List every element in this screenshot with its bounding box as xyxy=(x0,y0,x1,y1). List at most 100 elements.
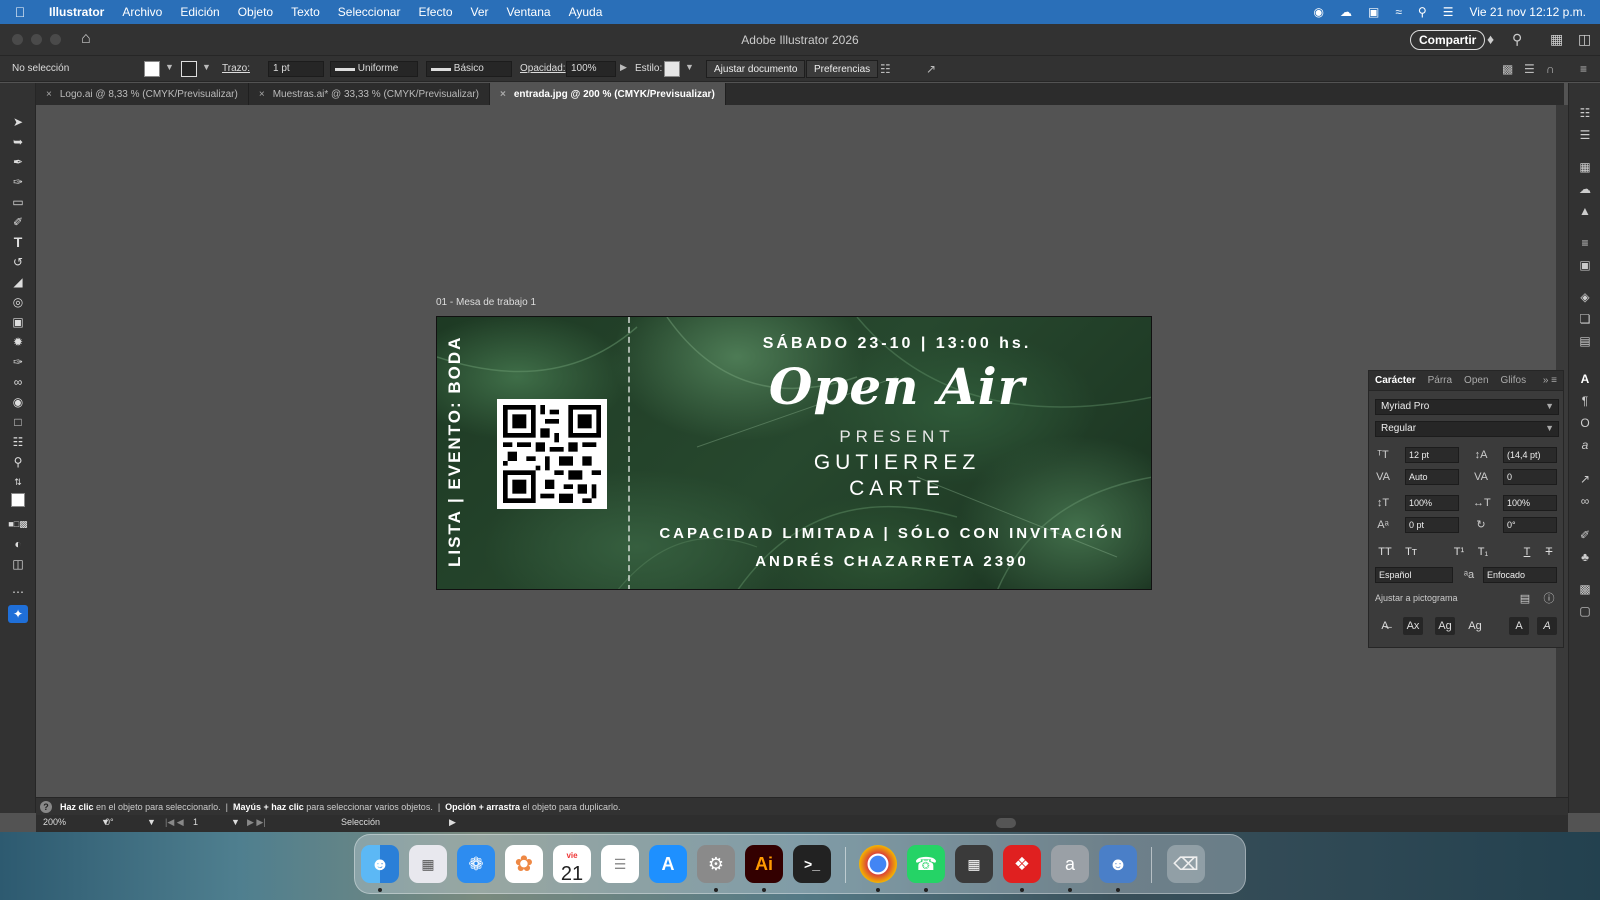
opentype-panel-icon[interactable]: O xyxy=(1577,415,1593,431)
launchpad-icon[interactable]: ▦ xyxy=(409,845,447,883)
swap-fill-stroke-icon[interactable]: ⇅ xyxy=(8,473,28,491)
tab-caracter[interactable]: Carácter xyxy=(1369,375,1422,386)
menu-ver[interactable]: Ver xyxy=(462,5,498,19)
chevron-down-icon[interactable]: ▼ xyxy=(228,816,243,830)
panel-menu-icon[interactable]: » ≡ xyxy=(1543,375,1563,386)
menu-archivo[interactable]: Archivo xyxy=(113,5,171,19)
help-icon[interactable]: ? xyxy=(40,800,52,813)
illustrator-icon[interactable]: Ai xyxy=(745,845,783,883)
home-icon[interactable]: ⌂ xyxy=(81,30,101,50)
mesh-tool-icon[interactable]: ✹ xyxy=(8,333,28,351)
snap-angular-button[interactable]: A xyxy=(1509,617,1529,635)
fill-swatch[interactable] xyxy=(144,61,160,77)
tab-muestras[interactable]: × Muestras.ai* @ 33,33 % (CMYK/Previsuali… xyxy=(249,83,491,105)
shape-builder-tool-icon[interactable]: ◎ xyxy=(8,293,28,311)
chevron-down-icon[interactable]: ▼ xyxy=(685,62,694,72)
menu-ventana[interactable]: Ventana xyxy=(498,5,560,19)
chevron-down-icon[interactable]: ▼ xyxy=(165,62,174,72)
symbols-icon[interactable]: ♣ xyxy=(1577,549,1593,565)
color-mode-icon[interactable]: ■□▩ xyxy=(8,515,28,533)
align-icon[interactable]: ☷ xyxy=(880,62,891,76)
symbol-sprayer-tool-icon[interactable]: ◉ xyxy=(8,393,28,411)
info-icon[interactable]: ⓘ xyxy=(1541,591,1557,607)
menubar-clock[interactable]: Vie 21 nov 12:12 p.m. xyxy=(1469,5,1586,19)
horizontal-scrollbar-thumb[interactable] xyxy=(996,818,1016,828)
paintbrush-tool-icon[interactable]: ✐ xyxy=(8,213,28,231)
menu-app-name[interactable]: Illustrator xyxy=(40,5,113,19)
stroke-weight-field[interactable]: 1 pt xyxy=(268,61,324,77)
first-artboard-icon[interactable]: |◀ ◀ xyxy=(162,816,187,830)
screen-mode-icon[interactable]: ◫ xyxy=(8,555,28,573)
snap-xheight-button[interactable]: Ax xyxy=(1403,617,1423,635)
direct-selection-tool-icon[interactable]: ➥ xyxy=(8,133,28,151)
artboard[interactable]: LISTA | EVENTO: BODA SÁBADO 23-10 | 13:0… xyxy=(436,316,1152,590)
pen-tool-icon[interactable]: ✒ xyxy=(8,153,28,171)
text-editor-icon[interactable]: a xyxy=(1051,845,1089,883)
artboards-icon[interactable]: ❏ xyxy=(1577,311,1593,327)
eraser-tool-icon[interactable]: ◢ xyxy=(8,273,28,291)
font-style-select[interactable]: Regular ▼ xyxy=(1375,421,1559,437)
minimize-window-button[interactable] xyxy=(31,34,42,45)
menu-texto[interactable]: Texto xyxy=(282,5,329,19)
wifi-icon[interactable]: ≈ xyxy=(1395,5,1402,19)
close-tab-icon[interactable]: × xyxy=(46,89,52,100)
menu-efecto[interactable]: Efecto xyxy=(409,5,461,19)
menu-edicion[interactable]: Edición xyxy=(171,5,228,19)
link-icon[interactable]: ∞ xyxy=(1577,493,1593,509)
libraries-icon[interactable]: ▦ xyxy=(1577,159,1593,175)
tracking-field[interactable]: 0 xyxy=(1503,469,1557,485)
rotate-tool-icon[interactable]: ↺ xyxy=(8,253,28,271)
kerning-field[interactable]: Auto xyxy=(1405,469,1459,485)
glyphs-panel-icon[interactable]: a xyxy=(1577,437,1593,453)
brush-select[interactable]: ▬▬ Básico xyxy=(426,61,512,77)
artboard-tool-icon[interactable]: □ xyxy=(8,413,28,431)
rectangle-tool-icon[interactable]: ▭ xyxy=(8,193,28,211)
notifications-icon[interactable]: ♦ xyxy=(1487,31,1494,47)
icloud-icon[interactable]: ☁ xyxy=(1340,5,1352,19)
tab-parrafo[interactable]: Párra xyxy=(1422,375,1458,386)
curvature-tool-icon[interactable]: ✑ xyxy=(8,173,28,191)
cloud-icon[interactable]: ☁ xyxy=(1577,181,1593,197)
close-tab-icon[interactable]: × xyxy=(259,89,265,100)
type-tool-icon[interactable]: T xyxy=(8,233,28,251)
export-icon[interactable]: ↗ xyxy=(926,62,936,76)
panel-layout-icon[interactable]: ◫ xyxy=(1578,31,1591,48)
tab-glifos[interactable]: Glifos xyxy=(1495,375,1533,386)
stroke-profile-select[interactable]: ▬▬ Uniforme xyxy=(330,61,418,77)
gradient-tool-icon[interactable]: ▣ xyxy=(8,313,28,331)
creative-cloud-icon[interactable]: ◉ xyxy=(1313,5,1323,19)
trash-icon[interactable]: ⌫ xyxy=(1167,845,1205,883)
layers-panel-icon[interactable]: ☰ xyxy=(1577,127,1593,143)
opacity-label[interactable]: Opacidad: xyxy=(520,63,566,74)
terminal-icon[interactable]: >_ xyxy=(793,845,831,883)
chevron-down-icon[interactable]: ▼ xyxy=(144,816,159,830)
export-panel-icon[interactable]: ↗ xyxy=(1577,471,1593,487)
snap-glyph-bounds-button[interactable]: Ag xyxy=(1435,617,1455,635)
fill-stroke-icon[interactable] xyxy=(8,493,28,511)
whatsapp-icon[interactable]: ☎ xyxy=(907,845,945,883)
display-icon[interactable]: ▣ xyxy=(1368,5,1379,19)
strikethrough-button[interactable]: T xyxy=(1539,543,1559,561)
small-caps-button[interactable]: Tт xyxy=(1401,543,1421,561)
slice-tool-icon[interactable]: ☷ xyxy=(8,433,28,451)
safari-icon[interactable]: ❁ xyxy=(457,845,495,883)
artboard-label[interactable]: 01 - Mesa de trabajo 1 xyxy=(436,297,536,308)
subscript-button[interactable]: T₁ xyxy=(1473,543,1493,561)
stroke-label[interactable]: Trazo: xyxy=(222,63,250,74)
workspace-icon[interactable]: ▦ xyxy=(1550,31,1563,48)
eyedropper-tool-icon[interactable]: ✑ xyxy=(8,353,28,371)
paragraph-panel-icon[interactable]: ¶ xyxy=(1577,393,1593,409)
zoom-window-button[interactable] xyxy=(50,34,61,45)
gradient-panel-icon[interactable]: ▣ xyxy=(1577,257,1593,273)
opacity-field[interactable]: 100% xyxy=(566,61,616,77)
chrome-icon[interactable] xyxy=(859,845,897,883)
layers-icon[interactable]: ◈ xyxy=(1577,289,1593,305)
superscript-button[interactable]: T¹ xyxy=(1449,543,1469,561)
snap-proximity-button[interactable]: Ag xyxy=(1465,617,1485,635)
calculator-icon[interactable]: ▦ xyxy=(955,845,993,883)
chevron-right-icon[interactable]: ▶ xyxy=(446,816,459,830)
panel-menu-icon[interactable]: ≡ xyxy=(1580,62,1587,76)
more-tools-icon[interactable]: ⋯ xyxy=(8,583,28,601)
horizontal-scale-field[interactable]: 100% xyxy=(1503,495,1557,511)
transform-icon[interactable]: ▩ xyxy=(1502,62,1513,76)
